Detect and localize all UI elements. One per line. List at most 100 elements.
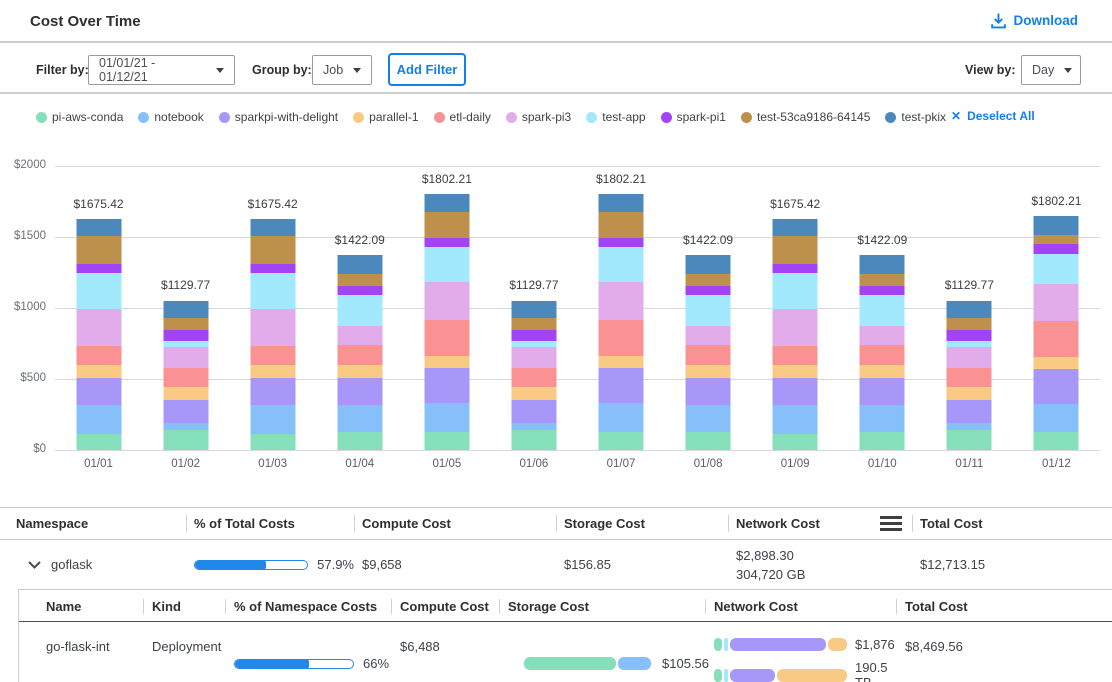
bar-segment-test-53ca9186-64145[interactable] (860, 274, 905, 286)
legend-item-test-pkix[interactable]: test-pkix (885, 110, 946, 124)
bar-segment-spark-pi1[interactable] (424, 238, 469, 247)
bar-segment-spark-pi3[interactable] (163, 347, 208, 368)
bar-segment-pi-aws-conda[interactable] (337, 432, 382, 450)
stacked-bar-01/10[interactable] (860, 255, 905, 450)
bar-segment-etl-daily[interactable] (1034, 321, 1079, 357)
bar-segment-test-app[interactable] (250, 273, 295, 309)
bar-segment-test-pkix[interactable] (424, 194, 469, 212)
stacked-bar-01/11[interactable] (947, 301, 992, 450)
bar-segment-spark-pi3[interactable] (686, 326, 731, 344)
bar-segment-test-pkix[interactable] (511, 301, 556, 318)
bar-segment-spark-pi1[interactable] (686, 286, 731, 295)
add-filter-button[interactable]: Add Filter (388, 53, 466, 86)
bar-segment-spark-pi3[interactable] (860, 326, 905, 344)
bar-segment-spark-pi1[interactable] (250, 264, 295, 273)
bar-segment-sparkpi-with-delight[interactable] (511, 400, 556, 423)
legend-item-spark-pi1[interactable]: spark-pi1 (661, 110, 726, 124)
stacked-bar-01/03[interactable] (250, 219, 295, 450)
stacked-bar-01/09[interactable] (773, 219, 818, 450)
bar-segment-test-53ca9186-64145[interactable] (163, 318, 208, 330)
bar-segment-parallel-1[interactable] (511, 387, 556, 400)
bar-segment-spark-pi3[interactable] (947, 347, 992, 368)
bar-segment-notebook[interactable] (947, 423, 992, 430)
bar-segment-notebook[interactable] (337, 405, 382, 432)
bar-segment-sparkpi-with-delight[interactable] (599, 368, 644, 403)
bar-segment-etl-daily[interactable] (686, 345, 731, 365)
bar-segment-test-app[interactable] (773, 273, 818, 309)
bar-segment-test-app[interactable] (337, 295, 382, 326)
bar-segment-spark-pi1[interactable] (773, 264, 818, 273)
bar-segment-sparkpi-with-delight[interactable] (337, 378, 382, 405)
bar-segment-test-app[interactable] (860, 295, 905, 326)
bar-segment-etl-daily[interactable] (250, 346, 295, 364)
stacked-bar-01/06[interactable] (511, 301, 556, 450)
bar-segment-notebook[interactable] (163, 423, 208, 430)
bar-segment-pi-aws-conda[interactable] (76, 434, 121, 450)
bar-segment-sparkpi-with-delight[interactable] (76, 378, 121, 405)
bar-segment-notebook[interactable] (76, 405, 121, 434)
bar-segment-notebook[interactable] (773, 405, 818, 434)
bar-segment-test-53ca9186-64145[interactable] (424, 212, 469, 239)
bar-segment-sparkpi-with-delight[interactable] (1034, 369, 1079, 405)
stacked-bar-01/05[interactable] (424, 194, 469, 450)
bar-segment-spark-pi3[interactable] (76, 309, 121, 347)
bar-segment-spark-pi1[interactable] (337, 286, 382, 295)
bar-segment-parallel-1[interactable] (860, 365, 905, 378)
bar-segment-etl-daily[interactable] (76, 346, 121, 364)
bar-segment-spark-pi1[interactable] (511, 330, 556, 340)
bar-segment-spark-pi3[interactable] (773, 309, 818, 347)
bar-segment-etl-daily[interactable] (599, 320, 644, 356)
bar-segment-parallel-1[interactable] (76, 365, 121, 378)
bar-segment-etl-daily[interactable] (337, 345, 382, 365)
bar-segment-test-app[interactable] (76, 273, 121, 309)
bar-segment-test-app[interactable] (163, 341, 208, 348)
namespace-expander[interactable]: goflask (0, 557, 186, 572)
download-button[interactable]: Download (990, 12, 1079, 29)
bar-segment-test-pkix[interactable] (947, 301, 992, 318)
bar-segment-test-53ca9186-64145[interactable] (686, 274, 731, 286)
bar-segment-spark-pi1[interactable] (860, 286, 905, 295)
view-by-dropdown[interactable]: Day (1021, 55, 1081, 85)
bar-segment-parallel-1[interactable] (250, 365, 295, 378)
bar-segment-pi-aws-conda[interactable] (163, 430, 208, 450)
bar-segment-test-app[interactable] (1034, 254, 1079, 284)
bar-segment-test-pkix[interactable] (1034, 216, 1079, 235)
bar-segment-sparkpi-with-delight[interactable] (947, 400, 992, 423)
bar-segment-spark-pi1[interactable] (1034, 244, 1079, 254)
bar-segment-parallel-1[interactable] (947, 387, 992, 400)
bar-segment-test-53ca9186-64145[interactable] (337, 274, 382, 286)
bar-segment-sparkpi-with-delight[interactable] (686, 378, 731, 405)
legend-item-test-app[interactable]: test-app (586, 110, 645, 124)
stacked-bar-01/12[interactable] (1034, 216, 1079, 450)
bar-segment-test-pkix[interactable] (163, 301, 208, 318)
date-range-dropdown[interactable]: 01/01/21 - 01/12/21 (88, 55, 235, 85)
bar-segment-parallel-1[interactable] (599, 356, 644, 369)
bar-segment-test-pkix[interactable] (250, 219, 295, 237)
bar-segment-notebook[interactable] (1034, 404, 1079, 432)
bar-segment-spark-pi3[interactable] (250, 309, 295, 347)
legend-item-parallel-1[interactable]: parallel-1 (353, 110, 418, 124)
bar-segment-pi-aws-conda[interactable] (686, 432, 731, 450)
legend-item-etl-daily[interactable]: etl-daily (434, 110, 491, 124)
bar-segment-parallel-1[interactable] (773, 365, 818, 378)
legend-item-notebook[interactable]: notebook (138, 110, 203, 124)
bar-segment-test-pkix[interactable] (76, 219, 121, 237)
bar-segment-spark-pi3[interactable] (337, 326, 382, 344)
bar-segment-pi-aws-conda[interactable] (1034, 432, 1079, 450)
bar-segment-notebook[interactable] (860, 405, 905, 432)
bar-segment-parallel-1[interactable] (686, 365, 731, 378)
bar-segment-pi-aws-conda[interactable] (773, 434, 818, 450)
bar-segment-spark-pi3[interactable] (1034, 284, 1079, 321)
bar-segment-sparkpi-with-delight[interactable] (773, 378, 818, 405)
bar-segment-spark-pi3[interactable] (424, 282, 469, 320)
group-by-dropdown[interactable]: Job (312, 55, 372, 85)
bar-segment-sparkpi-with-delight[interactable] (424, 368, 469, 403)
bar-segment-test-pkix[interactable] (860, 255, 905, 274)
stacked-bar-01/01[interactable] (76, 219, 121, 450)
bar-segment-pi-aws-conda[interactable] (511, 430, 556, 450)
stacked-bar-01/07[interactable] (599, 194, 644, 450)
bar-segment-pi-aws-conda[interactable] (860, 432, 905, 450)
bar-segment-test-53ca9186-64145[interactable] (947, 318, 992, 330)
bar-segment-etl-daily[interactable] (163, 368, 208, 386)
bar-segment-pi-aws-conda[interactable] (947, 430, 992, 450)
